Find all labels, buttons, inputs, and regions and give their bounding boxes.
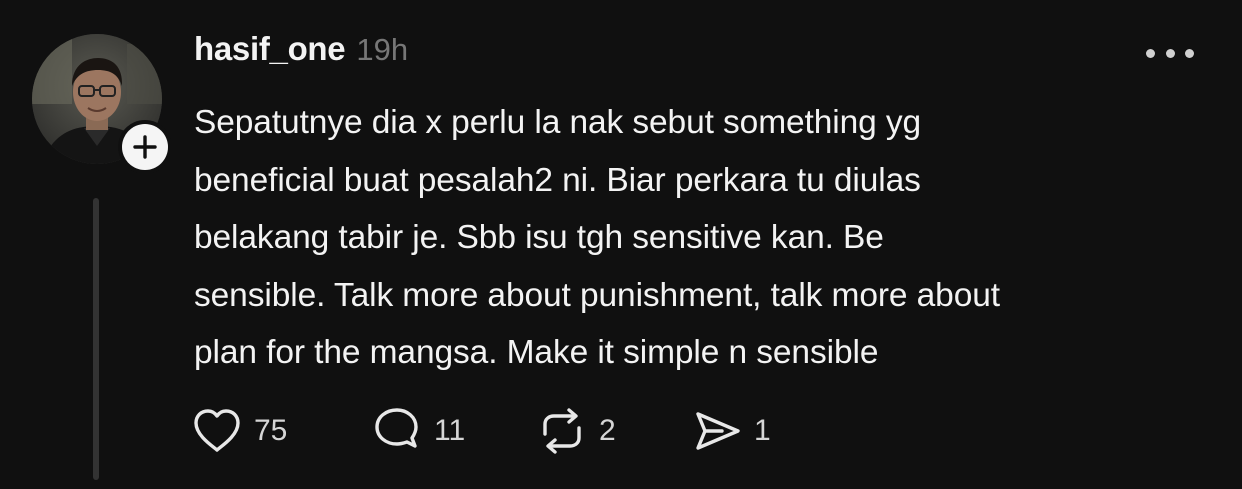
- follow-button-face: [122, 124, 168, 170]
- follow-button[interactable]: [118, 120, 172, 174]
- like-count: 75: [254, 414, 288, 447]
- heart-icon: [194, 409, 240, 452]
- comment-icon: [375, 408, 418, 448]
- reply-count: 11: [434, 414, 466, 447]
- plus-icon: [133, 135, 157, 159]
- action-bar: 75 11 2 1: [190, 406, 810, 456]
- share-button[interactable]: 1: [690, 406, 810, 456]
- like-button[interactable]: 75: [190, 406, 370, 456]
- thread-line: [93, 198, 99, 480]
- repost-count: 2: [599, 414, 616, 447]
- share-count: 1: [754, 414, 771, 447]
- post-text: Sepatutnye dia x perlu la nak sebut some…: [194, 104, 1000, 371]
- more-horizontal-icon: [1146, 48, 1155, 58]
- repost-icon: [543, 408, 581, 454]
- more-horizontal-icon-dot: [1165, 48, 1175, 58]
- post-header: hasif_one 19h: [194, 30, 408, 76]
- username[interactable]: hasif_one: [194, 30, 346, 68]
- more-options-button[interactable]: [1140, 38, 1200, 68]
- thread-post: hasif_one 19h Sepatutnye dia x perlu la …: [0, 0, 1242, 489]
- avatar-container: [32, 34, 172, 174]
- send-icon: [696, 412, 740, 450]
- reply-button[interactable]: 11: [370, 406, 535, 456]
- more-horizontal-icon-dot: [1185, 48, 1194, 58]
- repost-button[interactable]: 2: [535, 406, 690, 456]
- timestamp: 19h: [356, 32, 409, 67]
